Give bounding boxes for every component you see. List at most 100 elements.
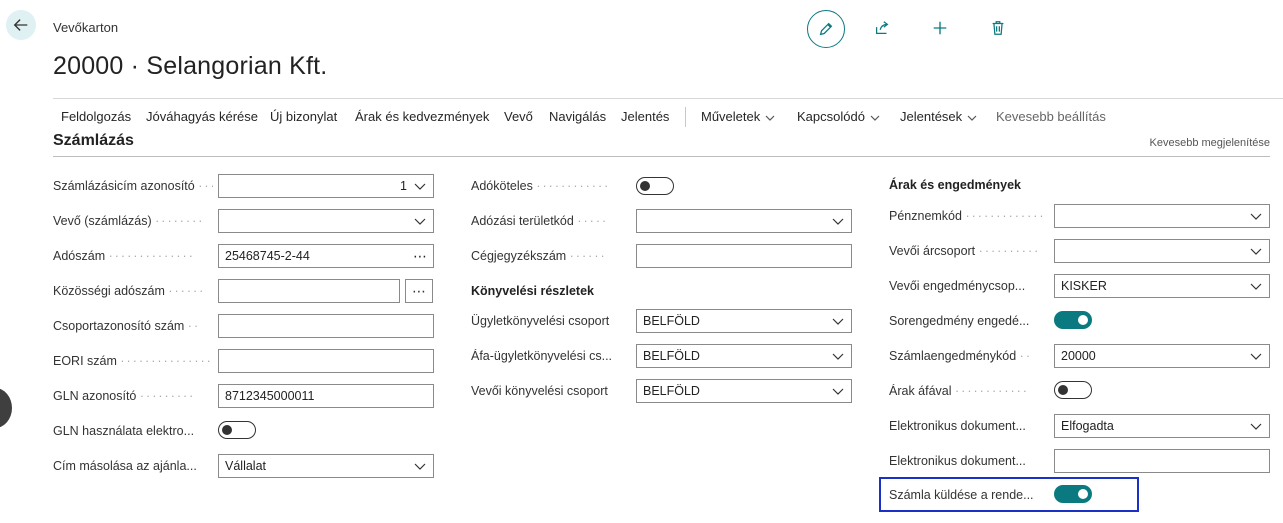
action-request-approval[interactable]: Jóváhagyás kérése — [146, 109, 258, 124]
eu-vat-no-label: Közösségi adószám ······ — [53, 284, 206, 298]
back-button[interactable] — [6, 10, 36, 40]
vat-reg-no-field[interactable]: 25468745-2-44 ⋯ — [218, 244, 434, 268]
vat-bus-posting-value: BELFÖLD — [643, 349, 700, 363]
gen-bus-posting-label: Ügyletkönyvelési csoport — [471, 314, 610, 328]
company-reg-no-label: Cégjegyzékszám ······ — [471, 249, 607, 263]
copy-address-label: Cím másolása az ajánla... — [53, 459, 197, 473]
plus-icon — [933, 21, 947, 35]
chevron-down-icon — [1250, 283, 1262, 290]
delete-button[interactable] — [980, 10, 1016, 46]
more-options-icon[interactable]: ⋯ — [413, 248, 427, 265]
posting-details-title: Könyvelési részletek — [471, 284, 594, 298]
taxable-toggle[interactable] — [636, 177, 674, 195]
gen-bus-posting-value: BELFÖLD — [643, 314, 700, 328]
eori-label: EORI szám ················ — [53, 354, 213, 368]
chevron-down-icon — [967, 115, 977, 121]
edoc-status-label: Elektronikus dokument... — [889, 419, 1026, 433]
customer-posting-select[interactable]: BELFÖLD — [636, 379, 852, 403]
bill-to-customer-field[interactable] — [218, 209, 434, 233]
edoc-status-value: Elfogadta — [1061, 419, 1114, 433]
prices-incl-vat-label: Árak áfával ············ — [889, 384, 1029, 398]
send-invoice-toggle[interactable] — [1054, 485, 1092, 503]
chevron-down-icon — [832, 353, 844, 360]
price-group-label: Vevői árcsoport ·········· — [889, 244, 1041, 258]
eu-vat-no-field[interactable] — [218, 279, 400, 303]
copy-address-select[interactable]: Vállalat — [218, 454, 434, 478]
group-id-field[interactable] — [218, 314, 434, 338]
new-button[interactable] — [922, 10, 958, 46]
group-id-label: Csoportazonosító szám ·· — [53, 319, 201, 333]
use-gln-label: GLN használata elektro... — [53, 424, 195, 438]
toggle-knob — [1058, 385, 1068, 395]
breadcrumb: Vevőkarton — [53, 20, 119, 35]
taxable-label: Adóköteles ············ — [471, 179, 611, 193]
section-title[interactable]: Számlázás — [53, 132, 134, 150]
section-divider — [53, 156, 1270, 157]
prices-incl-vat-toggle[interactable] — [1054, 381, 1092, 399]
trash-icon — [992, 21, 1004, 35]
menu-actions[interactable]: Műveletek — [701, 109, 776, 124]
gln-label: GLN azonosító ········· — [53, 389, 196, 403]
edoc-field[interactable] — [1054, 449, 1270, 473]
use-gln-toggle[interactable] — [218, 421, 256, 439]
gen-bus-posting-select[interactable]: BELFÖLD — [636, 309, 852, 333]
menu-related[interactable]: Kapcsolódó — [797, 109, 881, 124]
eu-vat-no-lookup-button[interactable]: ⋯ — [405, 279, 433, 303]
menu-related-label: Kapcsolódó — [797, 109, 865, 124]
eori-field[interactable] — [218, 349, 434, 373]
billing-address-id-label: Számlázásicím azonosító ····· — [53, 179, 213, 193]
currency-label: Pénznemkód ············· — [889, 209, 1046, 223]
chevron-down-icon — [870, 115, 880, 121]
company-reg-no-field[interactable] — [636, 244, 852, 268]
action-new-document[interactable]: Új bizonylat — [270, 109, 337, 124]
action-prices-discounts[interactable]: Árak és kedvezmények — [355, 109, 489, 124]
invoice-disc-code-select[interactable]: 20000 — [1054, 344, 1270, 368]
gln-value: 8712345000011 — [225, 389, 315, 403]
fewer-options-link[interactable]: Kevesebb beállítás — [996, 109, 1106, 124]
action-processing[interactable]: Feldolgozás — [61, 109, 131, 124]
toggle-knob — [1078, 489, 1088, 499]
chevron-down-icon — [1250, 423, 1262, 430]
billing-address-id-field[interactable]: 1 — [218, 174, 434, 198]
action-report[interactable]: Jelentés — [621, 109, 669, 124]
chevron-down-icon — [832, 318, 844, 325]
disc-group-label: Vevői engedménycsop... — [889, 279, 1026, 293]
customer-posting-label: Vevői könyvelési csoport — [471, 384, 608, 398]
disc-group-select[interactable]: KISKER — [1054, 274, 1270, 298]
show-less-link[interactable]: Kevesebb megjelenítése — [1150, 137, 1270, 149]
chevron-down-icon — [1250, 353, 1262, 360]
menu-reports[interactable]: Jelentések — [900, 109, 978, 124]
chevron-down-icon — [414, 183, 426, 190]
action-bar-divider — [685, 107, 686, 127]
action-bar: Feldolgozás Jóváhagyás kérése Új bizonyl… — [53, 98, 1283, 135]
side-panel-handle[interactable] — [0, 388, 12, 428]
toggle-knob — [222, 425, 232, 435]
edit-button[interactable] — [807, 10, 845, 48]
chevron-down-icon — [765, 115, 775, 121]
billing-address-id-value: 1 — [400, 179, 407, 193]
send-invoice-label: Számla küldése a rende... — [889, 488, 1034, 502]
copy-address-value: Vállalat — [225, 459, 266, 473]
action-navigate[interactable]: Navigálás — [549, 109, 606, 124]
price-group-field[interactable] — [1054, 239, 1270, 263]
line-discount-toggle[interactable] — [1054, 311, 1092, 329]
page-title: 20000 · Selangorian Kft. — [53, 52, 328, 80]
vat-bus-posting-select[interactable]: BELFÖLD — [636, 344, 852, 368]
vat-reg-no-value: 25468745-2-44 — [225, 249, 310, 263]
line-discount-label: Sorengedmény engedé... — [889, 314, 1030, 328]
arrow-left-icon — [13, 19, 28, 31]
prices-discounts-title: Árak és engedmények — [889, 178, 1022, 192]
vat-bus-posting-label: Áfa-ügyletkönyvelési cs... — [471, 349, 613, 363]
share-button[interactable] — [864, 10, 900, 46]
edoc-status-select[interactable]: Elfogadta — [1054, 414, 1270, 438]
chevron-down-icon — [1250, 213, 1262, 220]
bill-to-customer-label: Vevő (számlázás) ········ — [53, 214, 205, 228]
share-icon — [875, 21, 889, 35]
gln-field[interactable]: 8712345000011 — [218, 384, 434, 408]
currency-field[interactable] — [1054, 204, 1270, 228]
toggle-knob — [640, 181, 650, 191]
chevron-down-icon — [832, 388, 844, 395]
tax-area-field[interactable] — [636, 209, 852, 233]
action-customer[interactable]: Vevő — [504, 109, 533, 124]
chevron-down-icon — [414, 218, 426, 225]
